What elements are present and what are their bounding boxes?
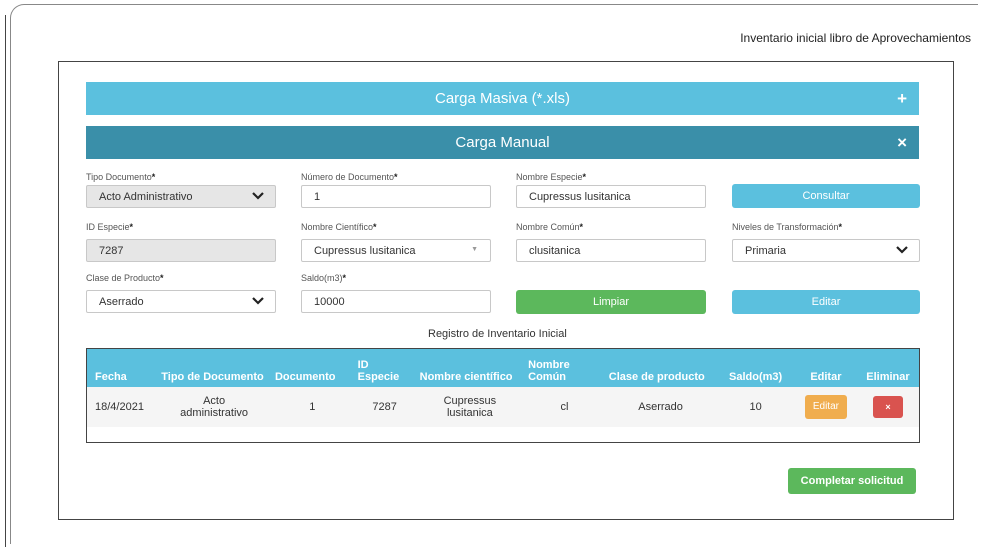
caret-down-icon: ▼ — [471, 246, 478, 253]
tipo-documento-value: Acto Administrativo — [99, 190, 193, 203]
table-caption: Registro de Inventario Inicial — [428, 328, 567, 340]
cell-comun: cl — [560, 401, 569, 413]
nombre-comun-input[interactable]: clusitanica — [516, 239, 706, 262]
numero-documento-input[interactable]: 1 — [301, 185, 491, 208]
clase-producto-value: Aserrado — [99, 295, 144, 308]
plus-icon[interactable]: + — [897, 89, 907, 109]
nombre-comun-label: Nombre Común* — [516, 222, 584, 232]
nombre-cientifico-select[interactable]: Cupressus lusitanica ▼ — [301, 239, 491, 262]
header-nombre-cientifico: Nombre científico — [419, 371, 513, 383]
header-clase-producto: Clase de producto — [608, 371, 705, 383]
tipo-documento-label: Tipo Documento* — [86, 172, 156, 182]
header-editar: Editar — [810, 371, 842, 383]
clase-producto-label: Clase de Producto* — [86, 273, 164, 283]
cell-editar: Editar — [795, 387, 857, 427]
niveles-transformacion-value: Primaria — [745, 244, 786, 257]
limpiar-button[interactable]: Limpiar — [516, 290, 706, 314]
row-editar-button[interactable]: Editar — [804, 395, 847, 419]
carga-masiva-bar[interactable]: Carga Masiva (*.xls) + — [86, 82, 919, 115]
cell-documento: 1 — [309, 401, 316, 413]
header-fecha: Fecha — [95, 371, 127, 383]
cell-eliminar: × — [857, 387, 919, 427]
header-id-especie: ID Especie — [357, 359, 400, 383]
carga-manual-bar[interactable]: Carga Manual × — [86, 126, 919, 159]
carga-manual-label: Carga Manual — [455, 134, 550, 151]
row-eliminar-button[interactable]: × — [872, 396, 903, 418]
completar-solicitud-button[interactable]: Completar solicitud — [788, 468, 916, 494]
chevron-down-icon — [251, 189, 265, 203]
chevron-down-icon — [251, 294, 265, 308]
header-eliminar: Eliminar — [866, 371, 910, 383]
saldo-input[interactable]: 10000 — [301, 290, 491, 313]
cell-cientifico: Cupressus lusitanica — [443, 395, 497, 419]
header-documento: Documento — [274, 371, 336, 383]
cell-fecha: 18/4/2021 — [95, 401, 144, 413]
header-saldo: Saldo(m3) — [729, 371, 783, 383]
page-title: Inventario inicial libro de Aprovechamie… — [740, 31, 971, 45]
table-row: 18/4/2021 Acto administrativo 1 7287 Cup… — [87, 387, 919, 427]
cell-saldo: 10 — [749, 401, 762, 413]
clase-producto-select[interactable]: Aserrado — [86, 290, 276, 313]
nombre-especie-label: Nombre Especie* — [516, 172, 587, 182]
editar-button[interactable]: Editar — [732, 290, 920, 314]
cell-id: 7287 — [372, 401, 397, 413]
id-especie-input[interactable]: 7287 — [86, 239, 276, 262]
saldo-value: 10000 — [314, 295, 345, 308]
numero-documento-label: Número de Documento* — [301, 172, 398, 182]
header-nombre-comun: Nombre Común — [528, 359, 570, 383]
header-tipo-documento: Tipo de Documento — [161, 371, 264, 383]
inventory-table: Fecha Tipo de Documento Documento ID Esp… — [86, 348, 920, 443]
close-icon[interactable]: × — [897, 133, 907, 153]
nombre-especie-value: Cupressus lusitanica — [529, 190, 631, 203]
nombre-cientifico-value: Cupressus lusitanica — [314, 244, 416, 257]
numero-documento-value: 1 — [314, 190, 321, 203]
cell-tipo: Acto administrativo — [180, 395, 249, 419]
nombre-comun-value: clusitanica — [529, 244, 581, 257]
main-card: Carga Masiva (*.xls) + Carga Manual × Ti… — [58, 61, 954, 520]
nombre-especie-input[interactable]: Cupressus lusitanica — [516, 185, 706, 208]
id-especie-label: ID Especie* — [86, 222, 134, 232]
tipo-documento-select[interactable]: Acto Administrativo — [86, 185, 276, 208]
table-header-row: Fecha Tipo de Documento Documento ID Esp… — [87, 349, 919, 387]
niveles-transformacion-select[interactable]: Primaria — [732, 239, 920, 262]
niveles-transformacion-label: Niveles de Transformación* — [732, 222, 843, 232]
cell-clase: Aserrado — [638, 401, 683, 413]
consultar-button[interactable]: Consultar — [732, 184, 920, 208]
saldo-label: Saldo(m3)* — [301, 273, 347, 283]
nombre-cientifico-label: Nombre Científico* — [301, 222, 377, 232]
chevron-down-icon — [895, 243, 909, 257]
id-especie-value: 7287 — [99, 244, 124, 257]
carga-masiva-label: Carga Masiva (*.xls) — [434, 90, 571, 107]
